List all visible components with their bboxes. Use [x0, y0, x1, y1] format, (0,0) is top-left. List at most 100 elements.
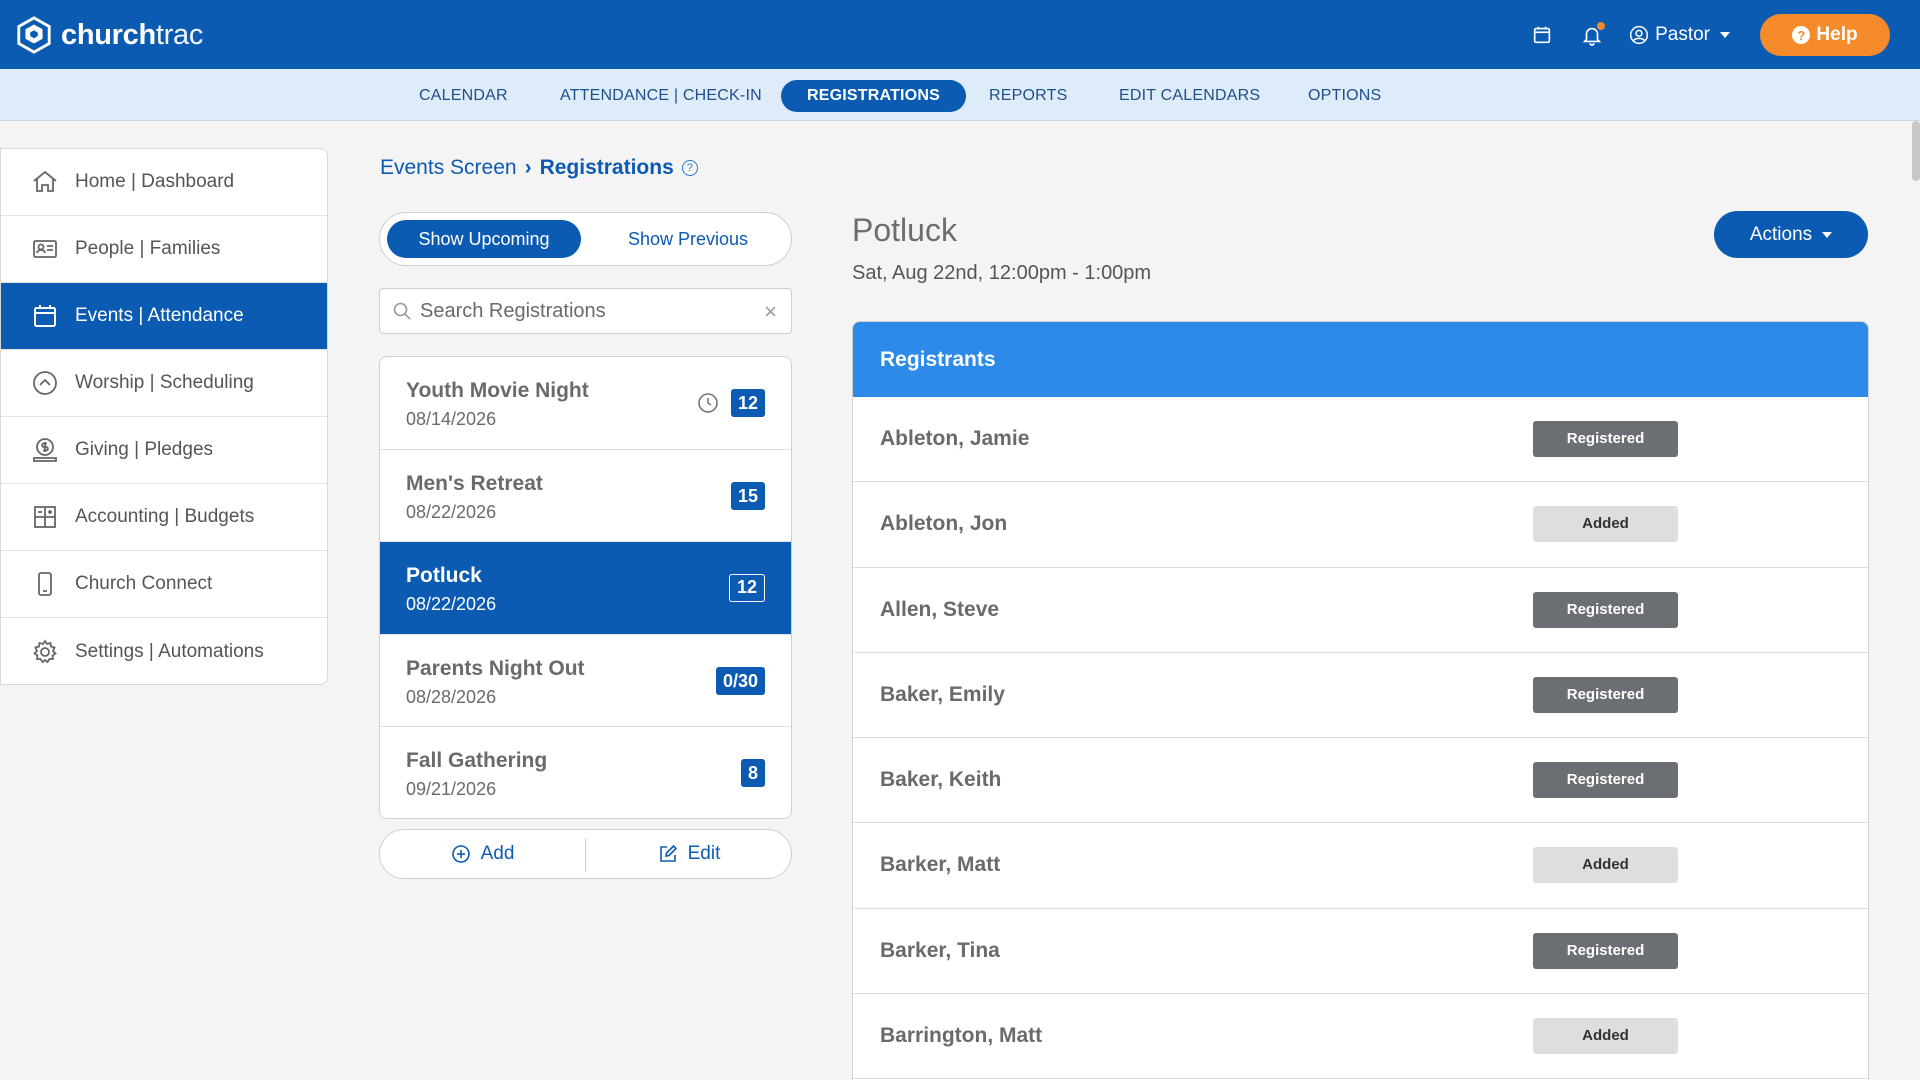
- edit-icon: [659, 844, 677, 862]
- calendar-icon[interactable]: [1529, 22, 1555, 48]
- status-badge: Registered: [1533, 676, 1678, 713]
- registrant-row[interactable]: Barker, Matt Added: [853, 823, 1868, 909]
- event-count-badge: 8: [740, 759, 765, 787]
- gear-icon: [33, 638, 57, 663]
- event-count-badge: 12: [728, 574, 765, 602]
- add-edit-controls: Add Edit: [379, 829, 792, 879]
- breadcrumb-current: Registrations: [539, 156, 674, 179]
- registrant-row[interactable]: Ableton, Jamie Registered: [853, 397, 1868, 483]
- sidebar-item-settings[interactable]: Settings | Automations: [1, 618, 327, 684]
- event-date: 08/22/2026: [406, 501, 497, 522]
- event-name: Potluck: [406, 564, 482, 587]
- subnav-calendar[interactable]: CALENDAR: [419, 80, 508, 112]
- event-name: Men's Retreat: [406, 471, 543, 495]
- sidebar-item-events[interactable]: Events | Attendance: [1, 283, 327, 350]
- clear-search-icon[interactable]: ×: [764, 299, 777, 325]
- event-item-fall-gathering[interactable]: Fall Gathering 09/21/2026 8: [380, 727, 791, 818]
- search-registrations: ×: [379, 288, 792, 334]
- churchtrac-logo[interactable]: churchtrac: [15, 15, 203, 55]
- status-badge: Added: [1533, 847, 1678, 884]
- event-count-badge: 12: [730, 389, 765, 417]
- question-circle-icon: ?: [1792, 26, 1811, 44]
- user-menu[interactable]: Pastor: [1629, 24, 1730, 46]
- status-badge: Registered: [1533, 932, 1678, 969]
- user-name: Pastor: [1655, 24, 1710, 45]
- status-badge: Added: [1533, 1018, 1678, 1055]
- breadcrumb-events-screen[interactable]: Events Screen: [380, 156, 517, 180]
- sidebar: Home | Dashboard People | Families Event…: [0, 148, 328, 685]
- registrants-header: Registrants: [853, 322, 1868, 397]
- registrant-row[interactable]: Ableton, Jon Added: [853, 482, 1868, 568]
- registrant-name: Barker, Matt: [880, 853, 1001, 877]
- subnav-options[interactable]: OPTIONS: [1308, 80, 1381, 112]
- calendar-icon: [34, 305, 56, 327]
- sidebar-item-giving[interactable]: Giving | Pledges: [1, 417, 327, 484]
- id-card-icon: [33, 240, 57, 258]
- registrant-row[interactable]: Baker, Keith Registered: [853, 738, 1868, 824]
- event-count-badge: 15: [730, 481, 765, 510]
- registrant-name: Ableton, Jon: [880, 512, 1008, 536]
- sidebar-item-home[interactable]: Home | Dashboard: [1, 149, 327, 216]
- event-item-mens-retreat[interactable]: Men's Retreat 08/22/2026 15: [380, 450, 791, 542]
- status-badge: Registered: [1533, 762, 1678, 799]
- event-item-parents-night-out[interactable]: Parents Night Out 08/28/2026 0/30: [380, 635, 791, 727]
- add-label: Add: [480, 843, 515, 864]
- chevron-circle-icon: [33, 371, 57, 395]
- user-circle-icon: [1629, 25, 1649, 45]
- sidebar-item-church-connect[interactable]: Church Connect: [1, 551, 327, 618]
- page-scrollbar[interactable]: [1912, 121, 1920, 181]
- top-right-controls: Pastor ? Help: [1529, 14, 1890, 56]
- plus-circle-icon: [451, 845, 470, 863]
- actions-dropdown-button[interactable]: Actions: [1714, 211, 1868, 258]
- sidebar-item-label: Settings | Automations: [75, 640, 264, 662]
- caret-down-icon: [1720, 32, 1730, 38]
- logo-text: churchtrac: [61, 18, 204, 51]
- home-icon: [33, 170, 57, 192]
- sidebar-item-people[interactable]: People | Families: [1, 216, 327, 283]
- help-label: Help: [1816, 24, 1858, 45]
- sidebar-item-label: Home | Dashboard: [75, 171, 235, 192]
- upcoming-previous-toggle: Show Upcoming Show Previous: [379, 212, 792, 266]
- subnav-edit-calendars[interactable]: EDIT CALENDARS: [1119, 80, 1260, 112]
- sidebar-item-accounting[interactable]: Accounting | Budgets: [1, 484, 327, 551]
- registrant-name: Barrington, Matt: [880, 1024, 1043, 1048]
- event-item-potluck[interactable]: Potluck 08/22/2026 12: [380, 542, 791, 635]
- event-name: Parents Night Out: [406, 656, 585, 680]
- show-upcoming-button[interactable]: Show Upcoming: [387, 220, 581, 258]
- event-date: 08/28/2026: [406, 686, 497, 707]
- sidebar-item-worship[interactable]: Worship | Scheduling: [1, 350, 327, 417]
- notification-dot: [1597, 22, 1606, 30]
- event-list: Youth Movie Night 08/14/2026 12 Men's Re…: [379, 356, 792, 819]
- registrant-row[interactable]: Barker, Tina Registered: [853, 909, 1868, 995]
- status-badge: Registered: [1533, 421, 1678, 457]
- logo-icon: [17, 16, 51, 54]
- subnav-registrations[interactable]: REGISTRATIONS: [781, 80, 966, 112]
- event-date: 08/22/2026: [406, 594, 497, 614]
- add-button[interactable]: Add: [380, 830, 585, 878]
- clock-icon: [698, 393, 718, 413]
- show-previous-button[interactable]: Show Previous: [590, 220, 786, 258]
- event-count-badge: 0/30: [715, 666, 765, 695]
- donation-icon: [33, 438, 57, 462]
- registrant-row[interactable]: Barrington, Matt Added: [853, 994, 1868, 1080]
- chevron-right-icon: ›: [524, 156, 532, 179]
- registrants-panel: Registrants Ableton, Jamie Registered Ab…: [852, 321, 1869, 1080]
- help-circle-icon[interactable]: ?: [681, 160, 698, 176]
- event-date: 08/14/2026: [406, 409, 497, 429]
- edit-label: Edit: [687, 843, 721, 864]
- sidebar-item-label: Events | Attendance: [75, 305, 244, 326]
- search-input[interactable]: [420, 299, 740, 323]
- event-date: 09/21/2026: [406, 779, 497, 799]
- bell-icon[interactable]: [1579, 22, 1606, 48]
- subnav-attendance-checkin[interactable]: ATTENDANCE | CHECK-IN: [560, 80, 762, 112]
- registrant-row[interactable]: Allen, Steve Registered: [853, 568, 1868, 653]
- actions-label: Actions: [1749, 223, 1813, 245]
- sidebar-item-label: People | Families: [75, 238, 221, 259]
- top-bar: churchtrac Pastor ? Help: [0, 0, 1920, 69]
- event-item-youth-movie-night[interactable]: Youth Movie Night 08/14/2026 12: [380, 357, 791, 450]
- registrant-row[interactable]: Baker, Emily Registered: [853, 653, 1868, 739]
- subnav-reports[interactable]: REPORTS: [989, 80, 1067, 112]
- help-button[interactable]: ? Help: [1760, 14, 1890, 56]
- grid-icon: [34, 506, 56, 528]
- edit-button[interactable]: Edit: [586, 830, 792, 878]
